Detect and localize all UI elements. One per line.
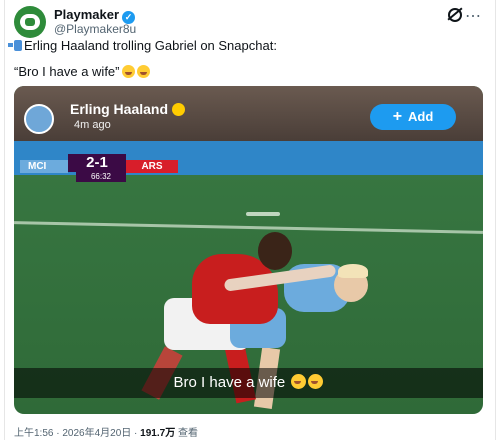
view-count: 191.7万 [140, 428, 176, 439]
more-icon[interactable]: ⋯ [465, 6, 482, 26]
penalty-spot [246, 212, 280, 216]
tweet-text-line2: “Bro I have a wife” [14, 64, 150, 79]
home-team: MCI [20, 160, 68, 173]
match-scoreboard: MCI 2-1 ARS 66:32 [20, 154, 178, 182]
tweet-footer: 上午1:56 · 2026年4月20日 · 191.7万 查看 [14, 428, 198, 439]
tweet-text-line1: Erling Haaland trolling Gabriel on Snapc… [8, 38, 277, 53]
pitch-line [14, 221, 483, 234]
tweet-media-video[interactable]: Erling Haaland 4m ago + Add MCI 2-1 ARS 6… [14, 86, 483, 414]
match-clock: 66:32 [76, 172, 126, 182]
snapchat-add-button: + Add [370, 104, 456, 130]
player-head [258, 232, 292, 270]
snapchat-caption: Bro I have a wife [14, 374, 483, 391]
star-badge-icon [172, 103, 186, 116]
match-score: 2-1 [68, 154, 126, 172]
away-team: ARS [126, 160, 178, 173]
laughing-emoji-icon [121, 65, 135, 78]
author-handle[interactable]: @Playmaker8u [54, 22, 136, 36]
player-hair [338, 264, 368, 278]
laughing-emoji-icon [308, 374, 324, 389]
plus-icon: + [392, 108, 403, 125]
snapchat-username: Erling Haaland [70, 101, 186, 117]
author-avatar[interactable] [14, 6, 46, 38]
laughing-emoji-icon [291, 374, 307, 389]
laughing-emoji-icon [136, 65, 150, 78]
snapchat-bitmoji-avatar [24, 104, 54, 134]
tweet-header: Playmaker ✓ @Playmaker8u ⋯ [14, 6, 484, 38]
snapchat-timestamp: 4m ago [74, 119, 111, 131]
grok-icon[interactable] [448, 8, 462, 22]
mobile-phone-icon [8, 40, 22, 51]
